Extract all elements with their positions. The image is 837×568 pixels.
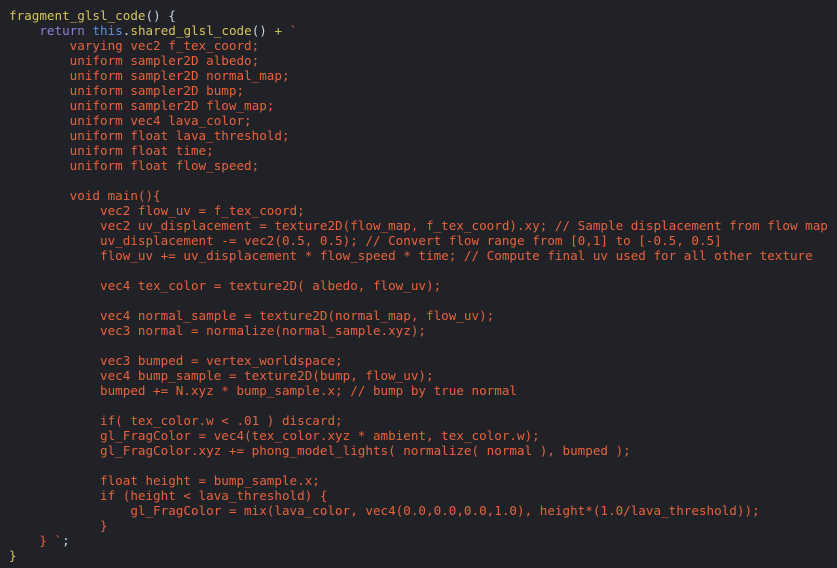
code-line: gl_FragColor.xyz += phong_model_lights( … bbox=[0, 443, 837, 458]
code-token: vec3 normal = normalize(normal_sample.xy… bbox=[9, 323, 427, 338]
code-token: gl_FragColor = vec4(tex_color.xyz * ambi… bbox=[9, 428, 540, 443]
code-token: return bbox=[39, 23, 85, 38]
code-token: bumped += N.xyz * bump_sample.x; // bump… bbox=[9, 383, 517, 398]
code-token: uv_displacement -= vec2(0.5, 0.5); // Co… bbox=[9, 233, 722, 248]
code-token: uniform sampler2D bump; bbox=[9, 83, 245, 98]
code-line: fragment_glsl_code() { bbox=[0, 8, 837, 23]
code-token: } bbox=[9, 548, 17, 563]
code-line: } `; bbox=[0, 533, 837, 548]
code-token: void main(){ bbox=[9, 188, 161, 203]
code-token: shared_glsl_code bbox=[130, 23, 252, 38]
code-token: uniform sampler2D albedo; bbox=[9, 53, 260, 68]
code-line: vec4 bump_sample = texture2D(bump, flow_… bbox=[0, 368, 837, 383]
code-token: } bbox=[9, 533, 55, 548]
code-token: flow_uv += uv_displacement * flow_speed … bbox=[9, 248, 813, 263]
code-token: vec4 bump_sample = texture2D(bump, flow_… bbox=[9, 368, 434, 383]
code-token: } bbox=[9, 518, 108, 533]
code-token: float height = bump_sample.x; bbox=[9, 473, 320, 488]
code-line: uniform sampler2D flow_map; bbox=[0, 98, 837, 113]
code-line: bumped += N.xyz * bump_sample.x; // bump… bbox=[0, 383, 837, 398]
code-token: uniform float time; bbox=[9, 143, 214, 158]
code-token: vec4 tex_color = texture2D( albedo, flow… bbox=[9, 278, 442, 293]
code-token: if (height < lava_threshold) { bbox=[9, 488, 328, 503]
code-token: () bbox=[251, 23, 267, 38]
code-line: vec2 uv_displacement = texture2D(flow_ma… bbox=[0, 218, 837, 233]
code-line: vec3 normal = normalize(normal_sample.xy… bbox=[0, 323, 837, 338]
code-token: uniform sampler2D flow_map; bbox=[9, 98, 275, 113]
code-line: float height = bump_sample.x; bbox=[0, 473, 837, 488]
code-token: gl_FragColor = mix(lava_color, vec4(0.0,… bbox=[9, 503, 760, 518]
code-token: uniform float lava_threshold; bbox=[9, 128, 290, 143]
code-token: varying vec2 f_tex_coord; bbox=[9, 38, 260, 53]
code-line: uniform sampler2D bump; bbox=[0, 83, 837, 98]
code-line: if (height < lava_threshold) { bbox=[0, 488, 837, 503]
code-line: uniform float lava_threshold; bbox=[0, 128, 837, 143]
code-line: uniform sampler2D albedo; bbox=[0, 53, 837, 68]
code-lines-container: fragment_glsl_code() { return this.share… bbox=[0, 8, 837, 563]
code-token: vec4 normal_sample = texture2D(normal_ma… bbox=[9, 308, 495, 323]
code-line: uniform sampler2D normal_map; bbox=[0, 68, 837, 83]
code-line: uniform float time; bbox=[0, 143, 837, 158]
code-token: vec2 flow_uv = f_tex_coord; bbox=[9, 203, 305, 218]
code-token: ` bbox=[54, 533, 63, 548]
code-token: uniform float flow_speed; bbox=[9, 158, 260, 173]
code-editor[interactable]: fragment_glsl_code() { return this.share… bbox=[0, 0, 837, 568]
code-line: if( tex_color.w < .01 ) discard; bbox=[0, 413, 837, 428]
code-line: vec3 bumped = vertex_worldspace; bbox=[0, 353, 837, 368]
code-line: uniform vec4 lava_color; bbox=[0, 113, 837, 128]
code-token: fragment_glsl_code bbox=[9, 8, 146, 23]
code-token: () { bbox=[145, 8, 176, 23]
code-line: varying vec2 f_tex_coord; bbox=[0, 38, 837, 53]
code-token: gl_FragColor.xyz += phong_model_lights( … bbox=[9, 443, 631, 458]
code-token: if( tex_color.w < .01 ) discard; bbox=[9, 413, 343, 428]
code-line: uv_displacement -= vec2(0.5, 0.5); // Co… bbox=[0, 233, 837, 248]
code-line: uniform float flow_speed; bbox=[0, 158, 837, 173]
code-token: ` bbox=[289, 23, 298, 38]
code-token: + bbox=[266, 23, 290, 38]
code-line: } bbox=[0, 548, 837, 563]
code-line: vec2 flow_uv = f_tex_coord; bbox=[0, 203, 837, 218]
code-line: } bbox=[0, 518, 837, 533]
code-line: gl_FragColor = vec4(tex_color.xyz * ambi… bbox=[0, 428, 837, 443]
code-token: vec3 bumped = vertex_worldspace; bbox=[9, 353, 343, 368]
code-line: void main(){ bbox=[0, 188, 837, 203]
code-token: uniform vec4 lava_color; bbox=[9, 113, 252, 128]
code-line: return this.shared_glsl_code() + ` bbox=[0, 23, 837, 38]
code-line: gl_FragColor = mix(lava_color, vec4(0.0,… bbox=[0, 503, 837, 518]
code-token: uniform sampler2D normal_map; bbox=[9, 68, 290, 83]
code-line: vec4 tex_color = texture2D( albedo, flow… bbox=[0, 278, 837, 293]
code-token: ; bbox=[62, 533, 70, 548]
code-token: vec2 uv_displacement = texture2D(flow_ma… bbox=[9, 218, 828, 233]
code-line: vec4 normal_sample = texture2D(normal_ma… bbox=[0, 308, 837, 323]
code-line: flow_uv += uv_displacement * flow_speed … bbox=[0, 248, 837, 263]
code-token: this bbox=[92, 23, 123, 38]
